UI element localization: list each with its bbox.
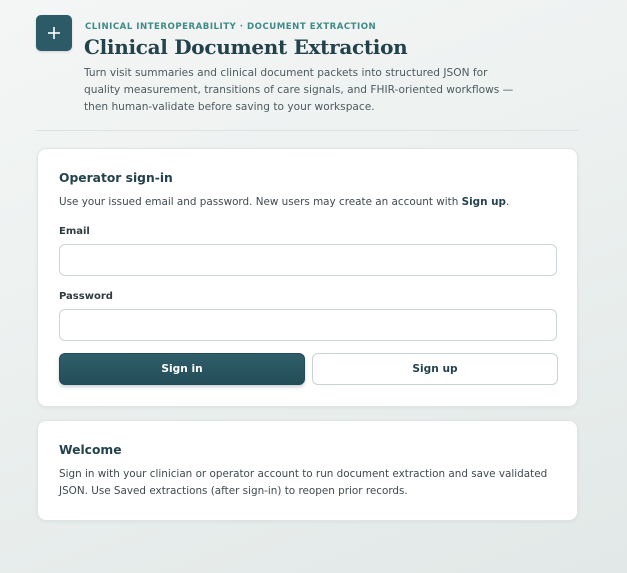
welcome-text: Sign in with your clinician or operator … — [59, 468, 548, 497]
signin-button[interactable]: Sign in — [59, 353, 305, 385]
email-field[interactable] — [59, 244, 557, 276]
signin-lead-suffix: . — [505, 196, 510, 208]
app-logo — [36, 15, 72, 51]
email-label: Email — [59, 226, 90, 237]
page-title: Clinical Document Extraction — [84, 35, 408, 59]
plus-icon — [48, 27, 60, 39]
signin-lead-emphasis: Sign up — [461, 196, 506, 208]
signin-lead-prefix: Use your issued email and password. New … — [59, 196, 462, 208]
password-label: Password — [59, 291, 113, 302]
signin-heading: Operator sign-in — [59, 171, 173, 185]
signup-button[interactable]: Sign up — [312, 353, 558, 385]
password-field[interactable] — [59, 309, 557, 341]
page-eyebrow: CLINICAL INTEROPERABILITY · DOCUMENT EXT… — [85, 22, 377, 32]
welcome-card: Welcome Sign in with your clinician or o… — [37, 420, 578, 521]
page-subtitle: Turn visit summaries and clinical docume… — [84, 67, 514, 113]
header-divider — [36, 130, 578, 131]
signin-card: Operator sign-in Use your issued email a… — [37, 148, 578, 407]
signin-lead: Use your issued email and password. New … — [59, 196, 509, 208]
welcome-heading: Welcome — [59, 443, 122, 457]
